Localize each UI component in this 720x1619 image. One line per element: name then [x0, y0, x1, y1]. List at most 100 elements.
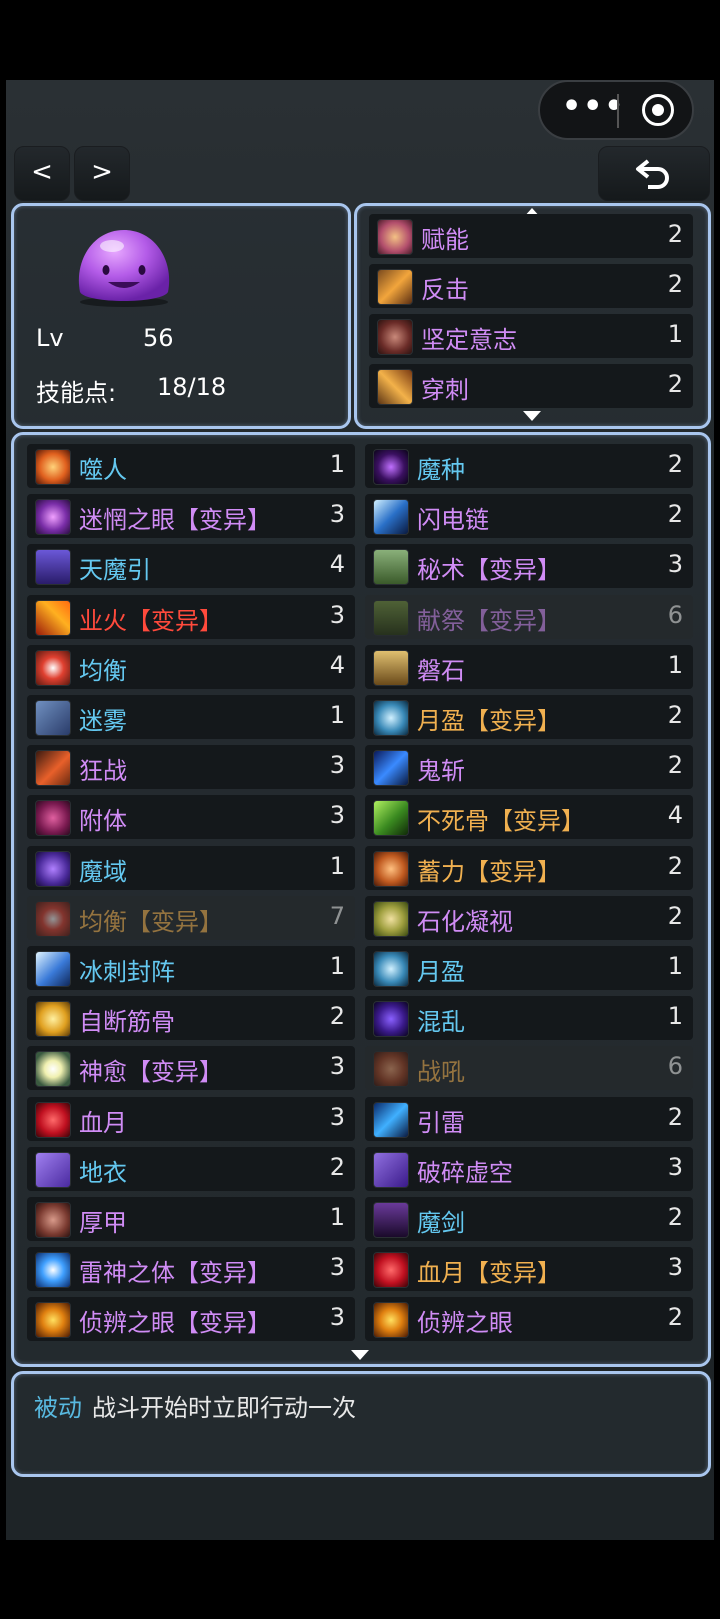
skill-level: 2	[667, 1102, 683, 1131]
skill-row[interactable]: 闪电链 2	[365, 494, 693, 539]
skill-level: 1	[667, 650, 683, 679]
skill-name: 迷惘之眼【变异】	[79, 506, 271, 535]
confused-eye-icon	[35, 499, 71, 536]
skill-row[interactable]: 魔剑 2	[365, 1197, 693, 1241]
war-cry-icon	[373, 1051, 409, 1088]
skill-level: 2	[667, 751, 683, 780]
petrify-gaze-icon	[373, 900, 409, 937]
skill-row[interactable]: 均衡【变异】 7	[27, 895, 355, 940]
skill-row[interactable]: 魔域 1	[27, 845, 355, 890]
skill-level: 3	[329, 1102, 345, 1131]
capsule-divider	[617, 94, 619, 128]
skill-row[interactable]: 不死骨【变异】 4	[365, 795, 693, 840]
prev-button[interactable]: <	[14, 146, 70, 201]
skill-row[interactable]: 破碎虚空 3	[365, 1146, 693, 1191]
thunder-lure-icon	[373, 1101, 409, 1138]
skill-level: 3	[667, 1152, 683, 1181]
skill-level: 1	[667, 320, 683, 348]
skill-row[interactable]: 魔种 2	[365, 444, 693, 488]
skill-row[interactable]: 冰刺封阵 1	[27, 946, 355, 990]
shatter-void-icon	[373, 1151, 409, 1188]
description-text: 战斗开始时立即行动一次	[92, 1394, 356, 1422]
skill-description-panel	[11, 1371, 711, 1477]
skill-level: 2	[667, 370, 683, 398]
skill-level: 3	[329, 801, 345, 830]
skill-row[interactable]: 厚甲 1	[27, 1197, 355, 1241]
skill-row[interactable]: 血月 3	[27, 1096, 355, 1141]
skill-row[interactable]: 坚定意志 1	[369, 314, 693, 358]
skill-row[interactable]: 战吼 6	[365, 1046, 693, 1091]
skill-name: 地衣	[79, 1158, 127, 1187]
skill-name: 魔种	[417, 456, 465, 484]
skill-row[interactable]: 侦辨之眼【变异】 3	[27, 1297, 355, 1342]
skill-row[interactable]: 迷雾 1	[27, 695, 355, 739]
skill-row[interactable]: 反击 2	[369, 264, 693, 308]
skill-row[interactable]: 均衡 4	[27, 644, 355, 689]
skill-row[interactable]: 天魔引 4	[27, 544, 355, 589]
skill-row[interactable]: 混乱 1	[365, 996, 693, 1041]
skill-name: 附体	[79, 807, 127, 836]
skill-row[interactable]: 狂战 3	[27, 745, 355, 790]
skill-name: 穿刺	[421, 376, 469, 404]
skill-name: 自断筋骨	[79, 1008, 175, 1037]
skill-level: 3	[329, 1052, 345, 1081]
skill-name: 反击	[421, 276, 469, 304]
skill-name: 石化凝视	[417, 907, 513, 936]
skill-level: 4	[667, 801, 683, 830]
skill-level: 2	[667, 220, 683, 248]
arcane-icon	[373, 549, 409, 586]
skill-row[interactable]: 月盈 1	[365, 946, 693, 990]
ghost-slash-icon	[373, 750, 409, 787]
moon-full-mutant-icon	[373, 700, 409, 736]
skill-level: 3	[329, 1253, 345, 1282]
skill-row[interactable]: 蓄力【变异】 2	[365, 845, 693, 890]
thick-armor-icon	[35, 1202, 71, 1238]
lv-label: Lv	[36, 324, 64, 352]
skill-row[interactable]: 业火【变异】 3	[27, 594, 355, 639]
grid-scroll-down-icon[interactable]	[351, 1350, 369, 1360]
skill-row[interactable]: 赋能 2	[369, 214, 693, 258]
skill-row[interactable]: 自断筋骨 2	[27, 996, 355, 1041]
skill-level: 2	[329, 1152, 345, 1181]
chaos-icon	[373, 1001, 409, 1038]
skill-name: 均衡	[79, 656, 127, 685]
skill-row[interactable]: 献祭【变异】 6	[365, 594, 693, 639]
moon-full-icon	[373, 951, 409, 987]
skill-row[interactable]: 引雷 2	[365, 1096, 693, 1141]
skill-level: 1	[329, 952, 345, 980]
detect-eye-icon	[35, 1302, 71, 1339]
skill-row[interactable]: 雷神之体【变异】 3	[27, 1247, 355, 1292]
demon-realm-icon	[35, 850, 71, 887]
target-circle-icon[interactable]	[642, 94, 674, 126]
skill-level: 2	[667, 450, 683, 478]
skill-name: 侦辨之眼【变异】	[79, 1309, 271, 1338]
skill-row[interactable]: 穿刺 2	[369, 364, 693, 408]
skill-row[interactable]: 噬人 1	[27, 444, 355, 488]
back-button[interactable]	[598, 146, 710, 201]
skill-row[interactable]: 月盈【变异】 2	[365, 695, 693, 739]
more-dots-icon[interactable]: •••	[562, 92, 624, 126]
skill-row[interactable]: 侦辨之眼 2	[365, 1297, 693, 1342]
skill-row[interactable]: 地衣 2	[27, 1146, 355, 1191]
skill-name: 不死骨【变异】	[417, 807, 585, 836]
skill-name: 混乱	[417, 1008, 465, 1037]
skill-level: 2	[667, 1203, 683, 1231]
skill-level: 3	[329, 1303, 345, 1332]
skill-row[interactable]: 附体 3	[27, 795, 355, 840]
skill-row[interactable]: 血月【变异】 3	[365, 1247, 693, 1292]
mist-icon	[35, 700, 71, 736]
skill-name: 闪电链	[417, 506, 489, 535]
skill-row[interactable]: 迷惘之眼【变异】 3	[27, 494, 355, 539]
scroll-down-arrow-icon[interactable]	[523, 411, 541, 421]
skill-name: 迷雾	[79, 707, 127, 735]
skill-name: 坚定意志	[421, 326, 517, 354]
skill-row[interactable]: 鬼斩 2	[365, 745, 693, 790]
skill-points-label: 技能点:	[36, 379, 117, 407]
skill-level: 2	[667, 270, 683, 298]
next-button[interactable]: >	[74, 146, 130, 201]
skill-row[interactable]: 石化凝视 2	[365, 895, 693, 940]
skill-row[interactable]: 神愈【变异】 3	[27, 1046, 355, 1091]
skill-level: 2	[667, 851, 683, 880]
skill-row[interactable]: 秘术【变异】 3	[365, 544, 693, 589]
skill-row[interactable]: 磐石 1	[365, 644, 693, 689]
